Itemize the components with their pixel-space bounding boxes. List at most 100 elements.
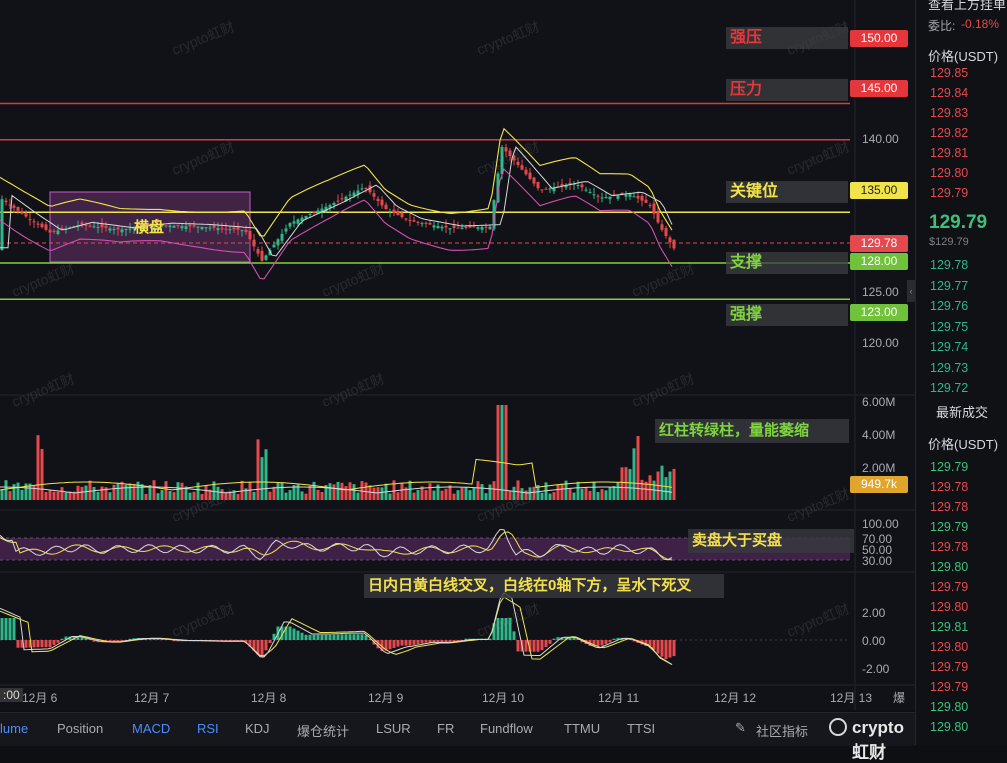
ask-price-row[interactable]: 129.84 — [930, 86, 968, 100]
chart-area[interactable]: crypto虹财 crypto虹财 crypto虹财 crypto虹财 cryp… — [0, 0, 915, 710]
candle-body — [544, 188, 548, 190]
trade-row[interactable]: 129.80 — [930, 640, 968, 654]
trade-row[interactable]: 129.79 — [930, 520, 968, 534]
ask-price-row[interactable]: 129.79 — [930, 186, 968, 200]
tab-fr[interactable]: FR — [437, 721, 454, 736]
tab-liquidation[interactable]: 爆仓统计 — [297, 721, 349, 740]
price-chart-svg[interactable] — [0, 0, 915, 710]
tab-kdj[interactable]: KDJ — [245, 721, 270, 736]
trade-row[interactable]: 129.78 — [930, 540, 968, 554]
candle-body — [592, 194, 596, 196]
trade-row[interactable]: 129.79 — [930, 580, 968, 594]
trade-row[interactable]: 129.80 — [930, 700, 968, 714]
candle-body — [644, 199, 648, 203]
tab-ttsi[interactable]: TTSI — [627, 721, 655, 736]
trade-row[interactable]: 129.78 — [930, 480, 968, 494]
candle-body — [224, 228, 228, 230]
volume-bar — [372, 487, 376, 500]
candle-body — [404, 218, 408, 220]
tab-lsur[interactable]: LSUR — [376, 721, 411, 736]
candle-body — [616, 195, 620, 199]
trade-row[interactable]: 129.79 — [930, 660, 968, 674]
macd-bar — [496, 618, 500, 640]
bid-price-row[interactable]: 129.74 — [930, 340, 968, 354]
candle-body — [312, 211, 316, 213]
tab-community-indicators[interactable]: 社区指标 — [756, 721, 808, 740]
volume-bar — [200, 493, 204, 500]
ask-price-row[interactable]: 129.80 — [930, 166, 968, 180]
candle-body — [288, 223, 292, 227]
edit-icon[interactable]: ✎ — [735, 720, 746, 736]
orderbook-price-header: 价格(USDT) — [928, 49, 999, 64]
x-axis-trailing: 爆 — [893, 691, 906, 705]
candle-body — [296, 219, 300, 224]
trade-row[interactable]: 129.81 — [930, 620, 968, 634]
tab-macd[interactable]: MACD — [132, 721, 170, 736]
macd-bar — [548, 640, 552, 644]
trade-row[interactable]: 129.78 — [930, 500, 968, 514]
volume-bar — [628, 468, 632, 500]
macd-bar — [412, 640, 416, 645]
bid-price-row[interactable]: 129.77 — [930, 279, 968, 293]
trade-row[interactable]: 129.79 — [930, 460, 968, 474]
ask-price-row[interactable]: 129.83 — [930, 106, 968, 120]
candle-body — [340, 198, 344, 200]
volume-bar — [64, 492, 68, 500]
tab-ttmu[interactable]: TTMU — [564, 721, 600, 736]
level-badge-128: 128.00 — [850, 253, 908, 270]
volume-bar — [412, 492, 416, 500]
volume-bar — [264, 449, 268, 500]
macd-bar — [536, 640, 540, 652]
trade-row[interactable]: 129.80 — [930, 560, 968, 574]
macd-annotation: 日内日黄白线交叉，白线在0轴下方，呈水下死叉 — [364, 574, 724, 598]
macd-bar — [56, 640, 60, 643]
bid-price-row[interactable]: 129.73 — [930, 361, 968, 375]
trade-row[interactable]: 129.79 — [930, 680, 968, 694]
trade-row[interactable]: 129.80 — [930, 600, 968, 614]
volume-bar — [316, 489, 320, 500]
macd-bar — [416, 640, 420, 645]
volume-bar — [144, 493, 148, 500]
ask-price-row[interactable]: 129.85 — [930, 66, 968, 80]
trades-title[interactable]: 最新成交 — [936, 402, 988, 421]
tab-position[interactable]: Position — [57, 721, 103, 736]
candle-body — [632, 196, 636, 198]
orderbook-top-title[interactable]: 查看上方挂单 — [928, 0, 1006, 13]
ask-price-row[interactable]: 129.82 — [930, 126, 968, 140]
volume-bar — [216, 486, 220, 500]
candle-body — [336, 200, 340, 202]
volume-bar — [504, 405, 508, 500]
tab-rsi[interactable]: RSI — [197, 721, 219, 736]
candle-body — [256, 249, 260, 254]
macd-bar — [36, 640, 40, 648]
macd-bar — [404, 640, 408, 646]
macd-bar — [516, 640, 520, 652]
candle-body — [124, 228, 128, 230]
volume-bar — [572, 492, 576, 500]
volume-bar — [8, 491, 12, 500]
collapse-handle[interactable]: ‹ — [907, 280, 915, 302]
range-label: 横盘 — [134, 219, 165, 236]
volume-bar — [96, 491, 100, 500]
candle-body — [624, 194, 628, 197]
trade-row[interactable]: 129.80 — [930, 720, 968, 734]
bid-price-row[interactable]: 129.76 — [930, 299, 968, 313]
bid-price-row[interactable]: 129.78 — [930, 258, 968, 272]
volume-bar — [268, 491, 272, 500]
volume-bar — [624, 467, 628, 500]
candle-body — [192, 225, 196, 227]
volume-bar — [280, 482, 284, 500]
bid-price-row[interactable]: 129.75 — [930, 320, 968, 334]
bid-price-row[interactable]: 129.72 — [930, 381, 968, 395]
tab-volume[interactable]: lume — [0, 721, 28, 736]
volume-bar — [308, 485, 312, 500]
price-axis-label: 125.00 — [862, 285, 899, 299]
candle-body — [284, 228, 288, 232]
ask-price-row[interactable]: 129.81 — [930, 146, 968, 160]
volume-bar — [496, 405, 500, 500]
tab-fundflow[interactable]: Fundflow — [480, 721, 533, 736]
candle-body — [332, 202, 336, 206]
volume-bar — [336, 482, 340, 500]
volume-bar — [388, 493, 392, 500]
candle-body — [48, 229, 52, 233]
